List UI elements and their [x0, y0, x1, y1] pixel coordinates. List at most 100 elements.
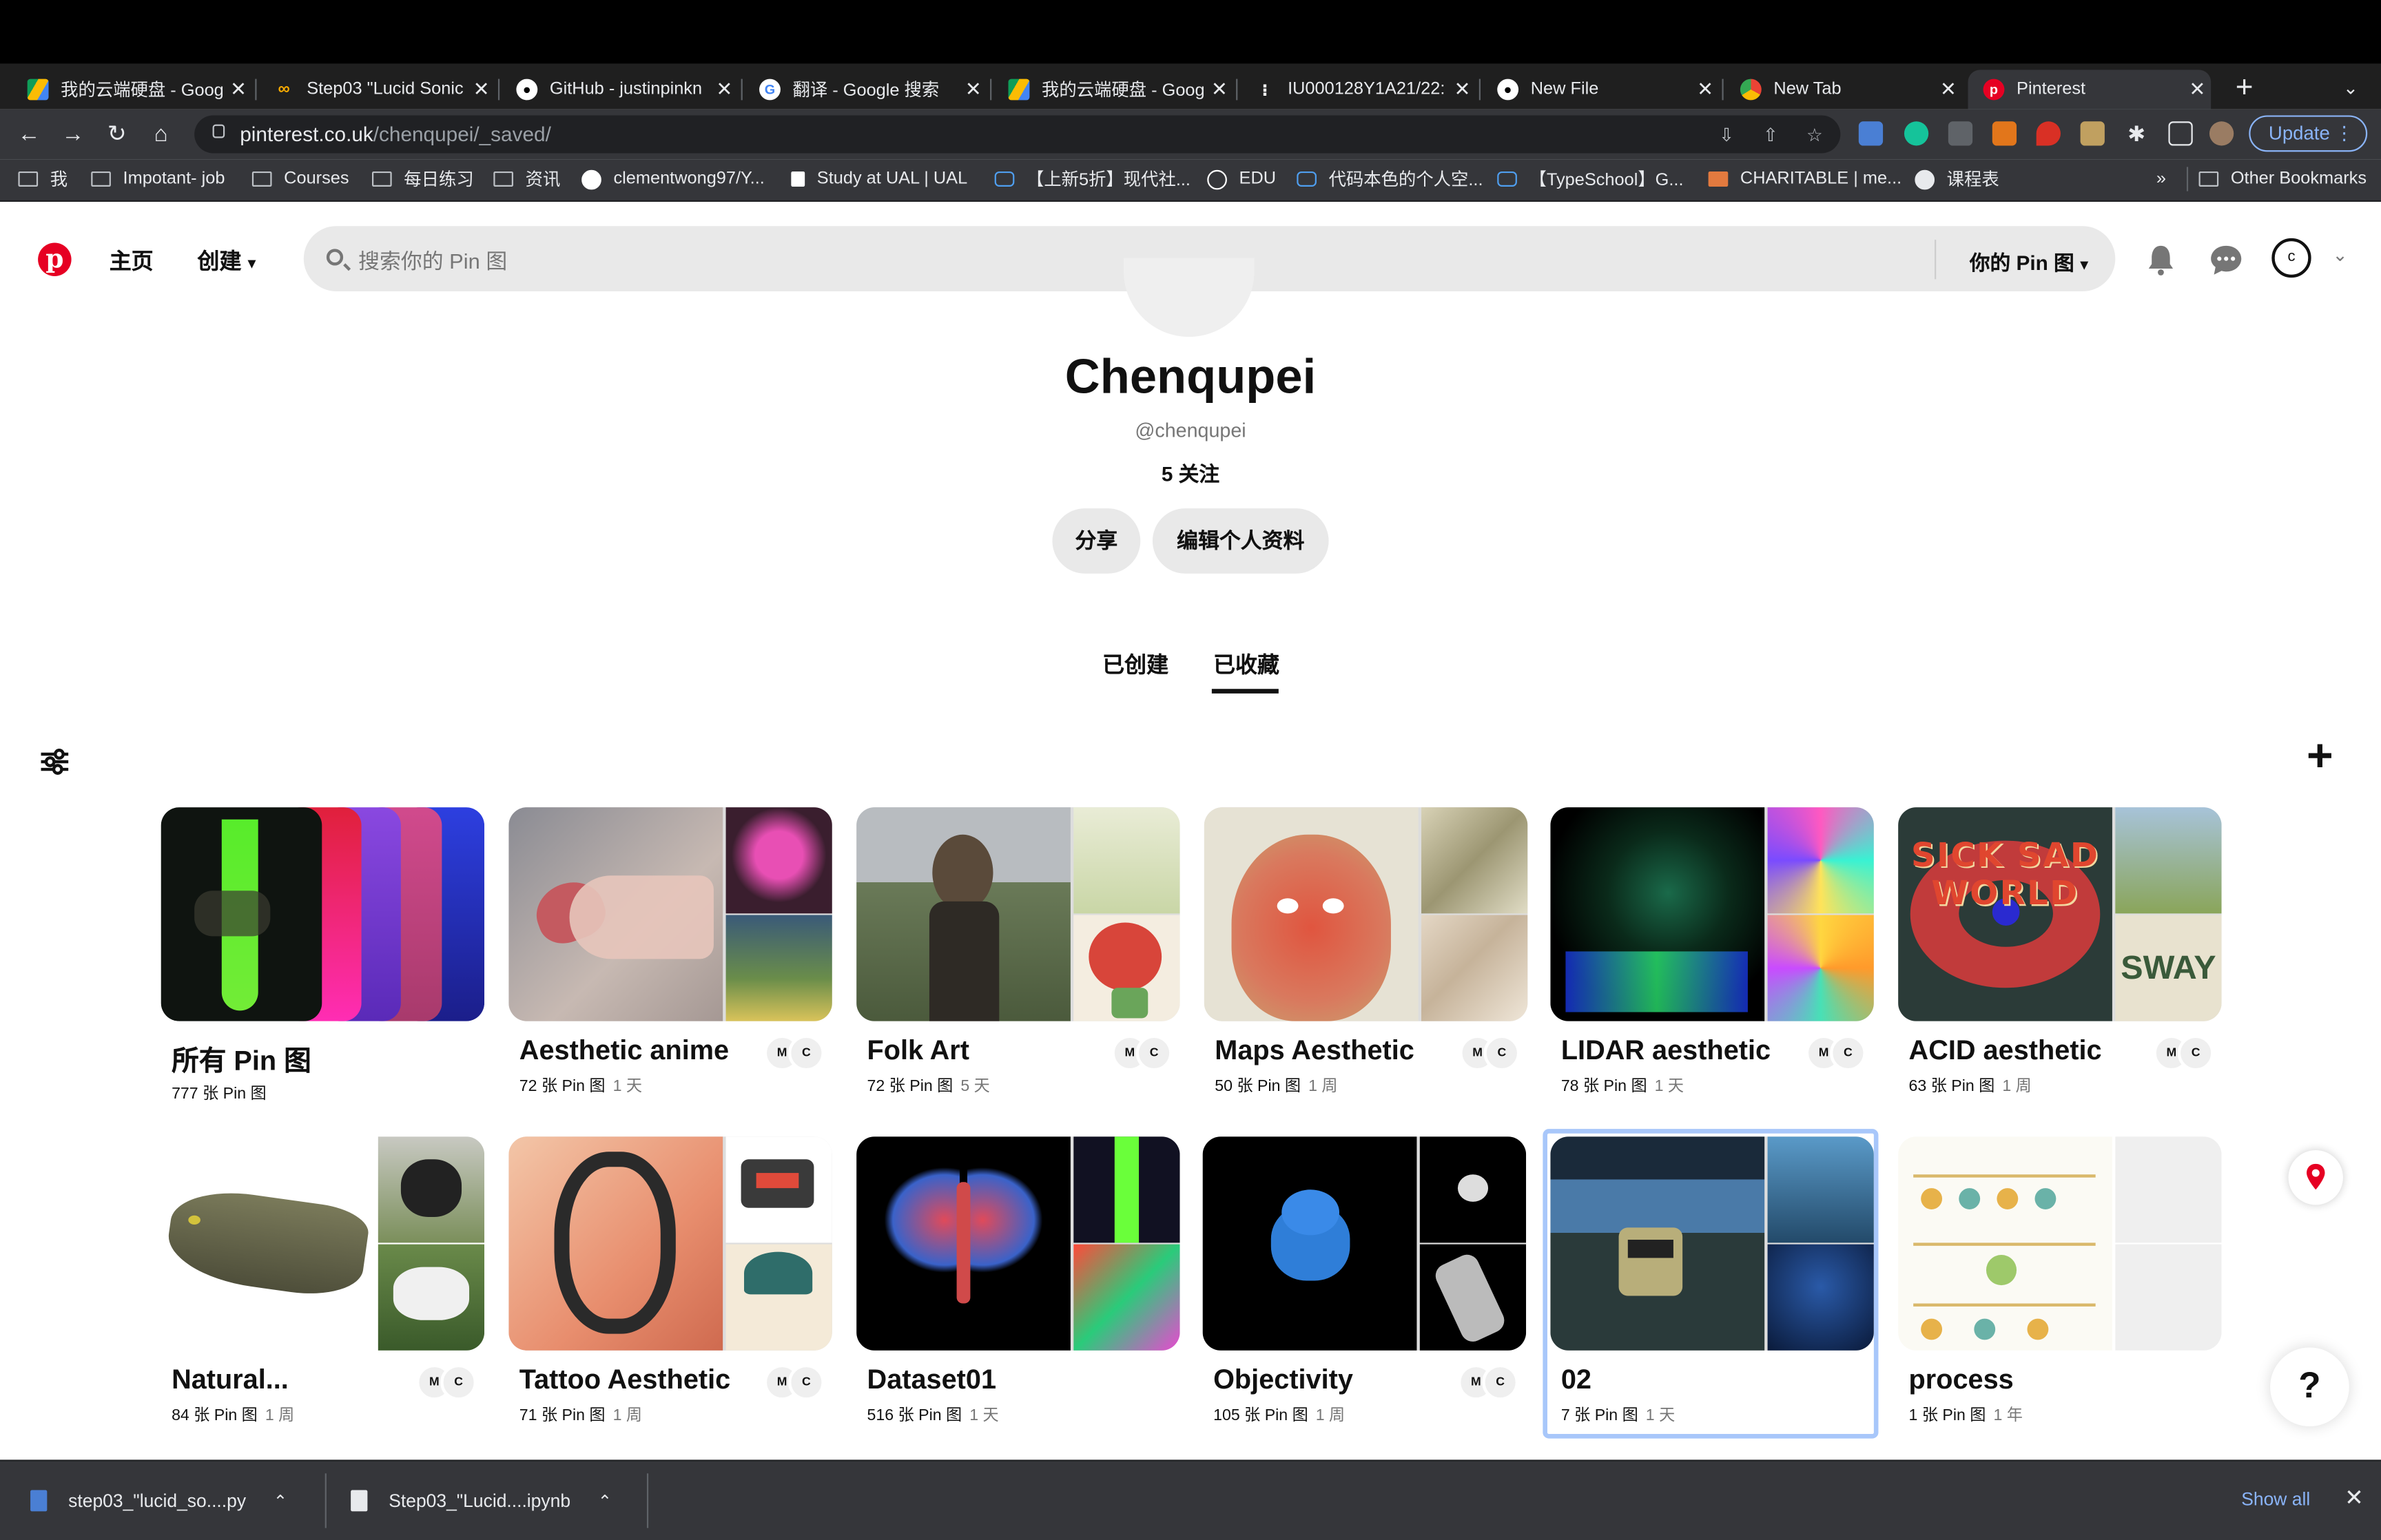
maps-pin-extension-icon[interactable] [2036, 121, 2061, 146]
bookmark-timetable[interactable]: 课程表 [1915, 167, 1999, 191]
share-icon[interactable]: ⇧ [1760, 125, 1782, 146]
chevron-up-icon[interactable]: ⌃ [274, 1491, 287, 1510]
browser-tab-8[interactable]: New Tab ✕ [1725, 70, 1962, 109]
grammarly-extension-icon[interactable] [1904, 121, 1929, 146]
pinterest-logo-icon[interactable]: p [38, 242, 72, 276]
bookmark-github[interactable]: clementwong97/Y... [581, 167, 765, 191]
help-button[interactable]: ? [2270, 1347, 2349, 1427]
bookmark-folder-job[interactable]: Impotant- job [91, 167, 225, 191]
colab-icon: ∞ [278, 80, 290, 99]
bilibili-icon [994, 171, 1015, 187]
reload-icon[interactable]: ↻ [102, 120, 132, 150]
add-board-plus-icon[interactable]: + [2307, 733, 2333, 780]
home-icon[interactable]: ⌂ [146, 120, 176, 150]
address-bar[interactable]: pinterest.co.uk/chenqupei/_saved/ ⇩ ⇧ ☆ [194, 115, 1841, 154]
close-downloads-icon[interactable]: ✕ [2344, 1484, 2364, 1511]
install-app-icon[interactable]: ⇩ [1716, 125, 1738, 146]
download-item-ipynb[interactable]: Step03_"Lucid....ipynb ⌃ [351, 1479, 612, 1522]
image-extension-icon[interactable] [2080, 121, 2105, 146]
nav-create[interactable]: 创建 ▾ [198, 244, 256, 276]
board-cover [856, 807, 1180, 1021]
back-arrow-icon[interactable]: ← [14, 120, 44, 150]
new-tab-plus-icon[interactable]: + [2229, 70, 2260, 106]
tab-saved[interactable]: 已收藏 [1213, 648, 1279, 680]
bookmark-star-icon[interactable]: ☆ [1804, 125, 1825, 146]
board-card-aesthetic-anime[interactable]: Aesthetic anime M C 72 张 Pin 图1 天 [508, 807, 832, 1111]
browser-tab-9-active[interactable]: p Pinterest ✕ [1968, 70, 2212, 110]
browser-tab-7[interactable]: ● New File ✕ [1482, 70, 1719, 109]
download-item-py[interactable]: step03_"lucid_so....py ⌃ [30, 1479, 287, 1522]
account-chevron-down-icon[interactable]: ⌄ [2332, 244, 2347, 266]
bookmark-folder-practice[interactable]: 每日练习 [372, 167, 474, 191]
share-button[interactable]: 分享 [1052, 508, 1141, 574]
close-tab-icon[interactable]: ✕ [1691, 77, 1719, 101]
other-bookmarks-folder[interactable]: Other Bookmarks [2198, 167, 2367, 191]
board-name: LIDAR aesthetic [1560, 1034, 1771, 1065]
browser-tab-6[interactable]: ⁝ IU000128Y1A21/22: ✕ [1239, 70, 1476, 109]
bookmark-folder-news[interactable]: 资讯 [493, 167, 560, 191]
side-panel-icon[interactable] [2168, 121, 2193, 146]
profile-avatar-icon[interactable] [2209, 121, 2234, 146]
bookmark-edu[interactable]: EDU [1207, 167, 1276, 191]
board-card-02[interactable]: 02 7 张 Pin 图1 天 [1550, 1136, 1874, 1440]
location-pin-button[interactable] [2288, 1150, 2343, 1205]
chevron-down-icon: ▾ [2080, 256, 2089, 275]
close-tab-icon[interactable]: ✕ [1206, 77, 1233, 101]
google-drive-icon [1008, 79, 1030, 101]
translate-extension-icon[interactable] [1858, 121, 1884, 146]
board-card-process[interactable]: process 1 张 Pin 图1 年 [1898, 1136, 2222, 1440]
metamask-extension-icon[interactable] [1992, 121, 2017, 146]
board-meta: 105 张 Pin 图1 周 [1213, 1406, 1346, 1425]
board-card-all-pins[interactable]: 所有 Pin 图 777 张 Pin 图 [161, 807, 485, 1111]
board-card-dataset01[interactable]: Dataset01 516 张 Pin 图1 天 [856, 1136, 1180, 1440]
bookmark-charitable[interactable]: CHARITABLE | me... [1708, 167, 1901, 191]
browser-tab-1[interactable]: 我的云端硬盘 - Goog ✕ [12, 70, 252, 109]
bookmark-bilibili-2[interactable]: 代码本色的个人空... [1297, 167, 1483, 191]
profile-avatar[interactable]: c [2271, 238, 2311, 278]
board-card-objectivity[interactable]: Objectivity M C 105 张 Pin 图1 周 [1202, 1136, 1527, 1440]
forward-arrow-icon[interactable]: → [58, 120, 88, 150]
browser-tab-2[interactable]: ∞ Step03 "Lucid Sonic ✕ [258, 70, 495, 109]
bookmark-bilibili-1[interactable]: 【上新5折】现代社... [994, 167, 1190, 191]
close-tab-icon[interactable]: ✕ [960, 77, 987, 101]
notifications-bell-icon[interactable] [2144, 243, 2177, 276]
browser-tab-5[interactable]: 我的云端硬盘 - Goog ✕ [993, 70, 1233, 109]
close-tab-icon[interactable]: ✕ [1935, 77, 1962, 101]
board-card-folk-art[interactable]: Folk Art M C 72 张 Pin 图5 天 [856, 807, 1180, 1111]
board-card-acid-aesthetic[interactable]: SICK SAD WORLD SWAY ACID aesthetic M C 6… [1898, 807, 2222, 1111]
board-meta: 1 张 Pin 图1 年 [1908, 1406, 2023, 1425]
bookmark-bilibili-3[interactable]: 【TypeSchool】G... [1497, 167, 1684, 191]
board-cover [856, 1136, 1180, 1351]
zotero-extension-icon[interactable] [1948, 121, 1973, 146]
close-tab-icon[interactable]: ✕ [225, 77, 252, 101]
browser-tab-4[interactable]: G 翻译 - Google 搜索 ✕ [744, 70, 987, 109]
close-tab-icon[interactable]: ✕ [1449, 77, 1476, 101]
collaborator-avatar: C [2177, 1034, 2214, 1072]
tab-search-chevron-icon[interactable]: ⌄ [2336, 73, 2366, 103]
more-bookmarks-chevron[interactable]: » [2156, 167, 2166, 191]
board-card-lidar-aesthetic[interactable]: LIDAR aesthetic M C 78 张 Pin 图1 天 [1550, 807, 1874, 1111]
board-meta: 72 张 Pin 图1 天 [519, 1077, 643, 1096]
tab-created[interactable]: 已创建 [1102, 648, 1168, 680]
bookmark-ual[interactable]: Study at UAL | UAL [791, 167, 967, 191]
close-tab-icon[interactable]: ✕ [2183, 77, 2211, 101]
close-tab-icon[interactable]: ✕ [711, 77, 739, 101]
board-card-maps-aesthetic[interactable]: Maps Aesthetic M C 50 张 Pin 图1 周 [1204, 807, 1528, 1111]
board-card-natural[interactable]: Natural... M C 84 张 Pin 图1 周 [161, 1136, 485, 1440]
messages-chat-icon[interactable] [2209, 243, 2243, 276]
nav-home[interactable]: 主页 [110, 244, 154, 276]
bookmark-folder-me[interactable]: 我 [18, 167, 68, 191]
show-all-downloads-link[interactable]: Show all [2241, 1488, 2310, 1510]
chevron-up-icon[interactable]: ⌃ [598, 1491, 612, 1510]
following-count[interactable]: 5 关注 [0, 457, 2381, 487]
puzzle-extensions-icon[interactable]: ✱ [2125, 121, 2149, 145]
update-button[interactable]: Update ⋮ [2249, 115, 2368, 152]
filter-sliders-icon[interactable] [39, 747, 70, 777]
board-card-tattoo-aesthetic[interactable]: Tattoo Aesthetic M C 71 张 Pin 图1 周 [508, 1136, 832, 1440]
bookmark-folder-courses[interactable]: Courses [251, 167, 349, 191]
browser-tab-3[interactable]: ● GitHub - justinpinkn ✕ [501, 70, 738, 109]
close-tab-icon[interactable]: ✕ [468, 77, 495, 101]
search-input[interactable]: 搜索你的 Pin 图 [358, 246, 507, 276]
edit-profile-button[interactable]: 编辑个人资料 [1152, 508, 1329, 574]
search-scope-dropdown[interactable]: 你的 Pin 图 ▾ [1970, 246, 2089, 276]
